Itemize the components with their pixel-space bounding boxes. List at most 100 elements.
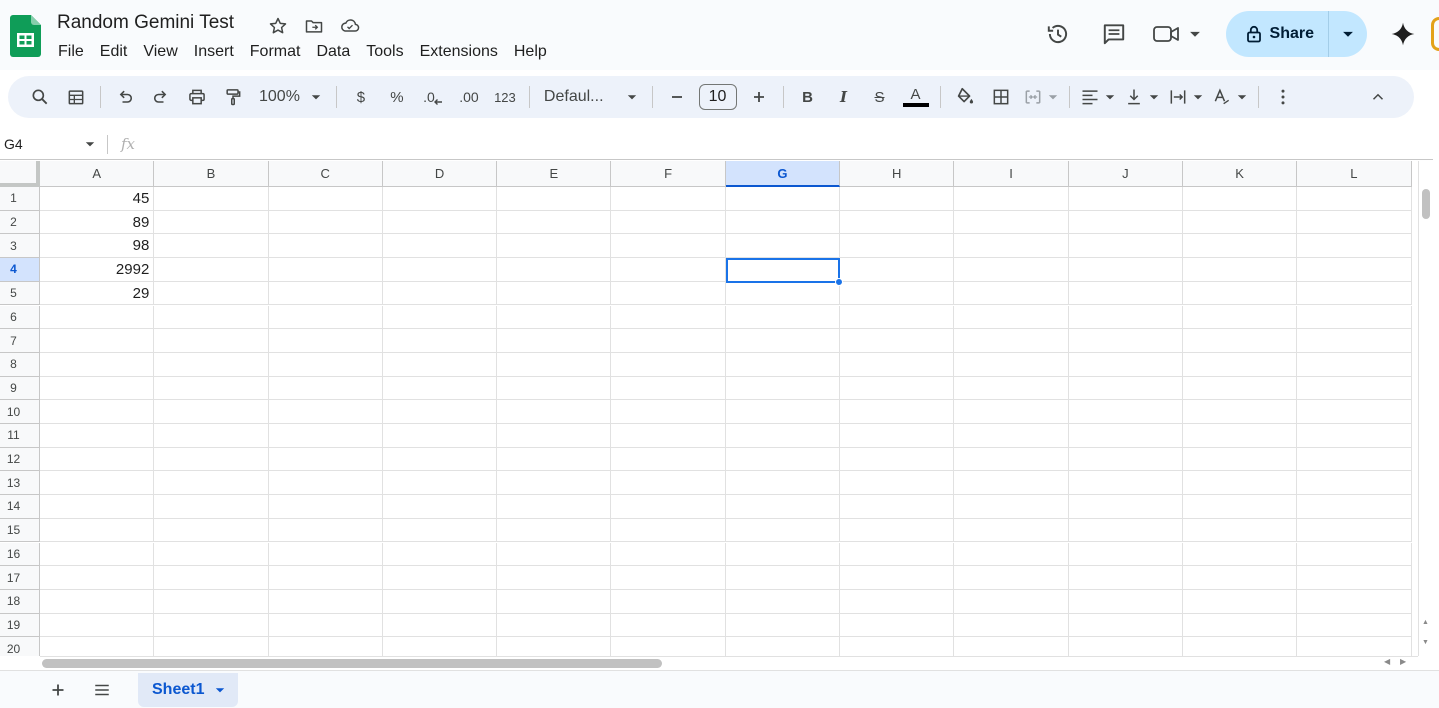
chevron-down-icon[interactable] <box>84 138 96 150</box>
cell-j1[interactable] <box>1068 187 1183 211</box>
row-header-4[interactable]: 4 <box>0 258 40 282</box>
cell-g16[interactable] <box>725 542 841 567</box>
sheet-tab-sheet1[interactable]: Sheet1 <box>138 673 239 707</box>
cell-i19[interactable] <box>954 613 1069 638</box>
cell-b12[interactable] <box>154 447 269 472</box>
row-header-11[interactable]: 11 <box>0 424 40 448</box>
cell-k12[interactable] <box>1182 447 1298 472</box>
cell-g8[interactable] <box>725 352 841 377</box>
percent-format-button[interactable]: % <box>383 82 411 112</box>
cell-h7[interactable] <box>840 329 955 353</box>
gemini-button[interactable] <box>1381 12 1425 56</box>
cell-h14[interactable] <box>840 495 955 519</box>
cell-h15[interactable] <box>840 518 955 543</box>
cell-e5[interactable] <box>497 281 612 306</box>
cell-c12[interactable] <box>268 447 383 472</box>
row-header-14[interactable]: 14 <box>0 495 40 519</box>
cell-g10[interactable] <box>725 400 841 424</box>
cell-j9[interactable] <box>1068 376 1183 401</box>
cell-d4[interactable] <box>382 258 498 282</box>
cell-c13[interactable] <box>268 471 383 496</box>
row-header-7[interactable]: 7 <box>0 329 40 353</box>
cell-h17[interactable] <box>840 566 955 590</box>
column-header-a[interactable]: A <box>40 161 155 187</box>
cell-d8[interactable] <box>382 352 498 377</box>
row-header-5[interactable]: 5 <box>0 281 40 306</box>
row-header-16[interactable]: 16 <box>0 542 40 567</box>
cell-d9[interactable] <box>382 376 498 401</box>
menu-help[interactable]: Help <box>506 40 555 64</box>
zoom-select[interactable]: 100% <box>255 82 326 112</box>
cell-k4[interactable] <box>1182 258 1298 282</box>
chevron-down-icon[interactable] <box>214 684 226 696</box>
row-header-2[interactable]: 2 <box>0 210 40 235</box>
cell-i8[interactable] <box>954 352 1069 377</box>
cell-j3[interactable] <box>1068 234 1183 259</box>
cell-b4[interactable] <box>154 258 269 282</box>
cell-l8[interactable] <box>1297 352 1412 377</box>
cell-a19[interactable] <box>40 613 155 638</box>
cell-j2[interactable] <box>1068 210 1183 235</box>
cell-g6[interactable] <box>725 305 841 330</box>
cell-e3[interactable] <box>497 234 612 259</box>
column-header-b[interactable]: B <box>154 161 269 187</box>
cell-j10[interactable] <box>1068 400 1183 424</box>
font-size-input[interactable]: 10 <box>698 84 737 110</box>
cell-k5[interactable] <box>1182 281 1298 306</box>
cell-l19[interactable] <box>1297 613 1412 638</box>
cell-k2[interactable] <box>1182 210 1298 235</box>
cell-i3[interactable] <box>954 234 1069 259</box>
cell-d1[interactable] <box>382 187 498 211</box>
cell-f5[interactable] <box>611 281 726 306</box>
cell-c14[interactable] <box>268 495 383 519</box>
cell-f9[interactable] <box>611 376 726 401</box>
cell-g18[interactable] <box>725 589 841 614</box>
cell-l4[interactable] <box>1297 258 1412 282</box>
formula-input[interactable] <box>150 134 1420 154</box>
cell-a8[interactable] <box>40 352 155 377</box>
row-header-1[interactable]: 1 <box>0 187 40 211</box>
meet-button[interactable] <box>1152 22 1202 46</box>
row-header-6[interactable]: 6 <box>0 305 40 330</box>
cell-l9[interactable] <box>1297 376 1412 401</box>
cell-a2[interactable]: 89 <box>40 210 155 235</box>
cell-c15[interactable] <box>268 518 383 543</box>
cell-l5[interactable] <box>1297 281 1412 306</box>
vertical-align-button[interactable] <box>1124 82 1160 112</box>
more-options-button[interactable] <box>1269 82 1297 112</box>
cell-i2[interactable] <box>954 210 1069 235</box>
cell-e6[interactable] <box>497 305 612 330</box>
cell-l7[interactable] <box>1297 329 1412 353</box>
cell-d7[interactable] <box>382 329 498 353</box>
cell-c19[interactable] <box>268 613 383 638</box>
cell-g20[interactable] <box>726 637 841 656</box>
collapse-menus-button[interactable] <box>1364 82 1392 112</box>
cell-i1[interactable] <box>954 187 1069 211</box>
text-color-button[interactable]: A <box>902 82 930 112</box>
cell-i15[interactable] <box>954 518 1069 543</box>
document-title[interactable]: Random Gemini Test <box>57 12 234 34</box>
cell-c3[interactable] <box>268 234 383 259</box>
cell-k15[interactable] <box>1182 518 1298 543</box>
cell-j16[interactable] <box>1068 542 1183 567</box>
cell-a11[interactable] <box>40 424 155 448</box>
cell-c9[interactable] <box>268 376 383 401</box>
cell-f16[interactable] <box>611 542 726 567</box>
cell-k8[interactable] <box>1182 352 1298 377</box>
row-header-13[interactable]: 13 <box>0 471 40 496</box>
row-header-18[interactable]: 18 <box>0 589 40 614</box>
cell-h11[interactable] <box>840 424 955 448</box>
column-header-j[interactable]: J <box>1068 161 1183 187</box>
cell-a6[interactable] <box>40 305 155 330</box>
row-header-8[interactable]: 8 <box>0 352 40 377</box>
cell-l15[interactable] <box>1297 518 1412 543</box>
cell-c1[interactable] <box>268 187 383 211</box>
cell-b1[interactable] <box>154 187 269 211</box>
cell-f13[interactable] <box>611 471 726 496</box>
horizontal-scrollbar[interactable]: ◀ ▶ <box>40 656 1418 670</box>
cell-i7[interactable] <box>954 329 1069 353</box>
all-sheets-button[interactable] <box>91 679 113 701</box>
cell-f18[interactable] <box>611 589 726 614</box>
cell-b6[interactable] <box>154 305 269 330</box>
cell-f11[interactable] <box>611 424 726 448</box>
